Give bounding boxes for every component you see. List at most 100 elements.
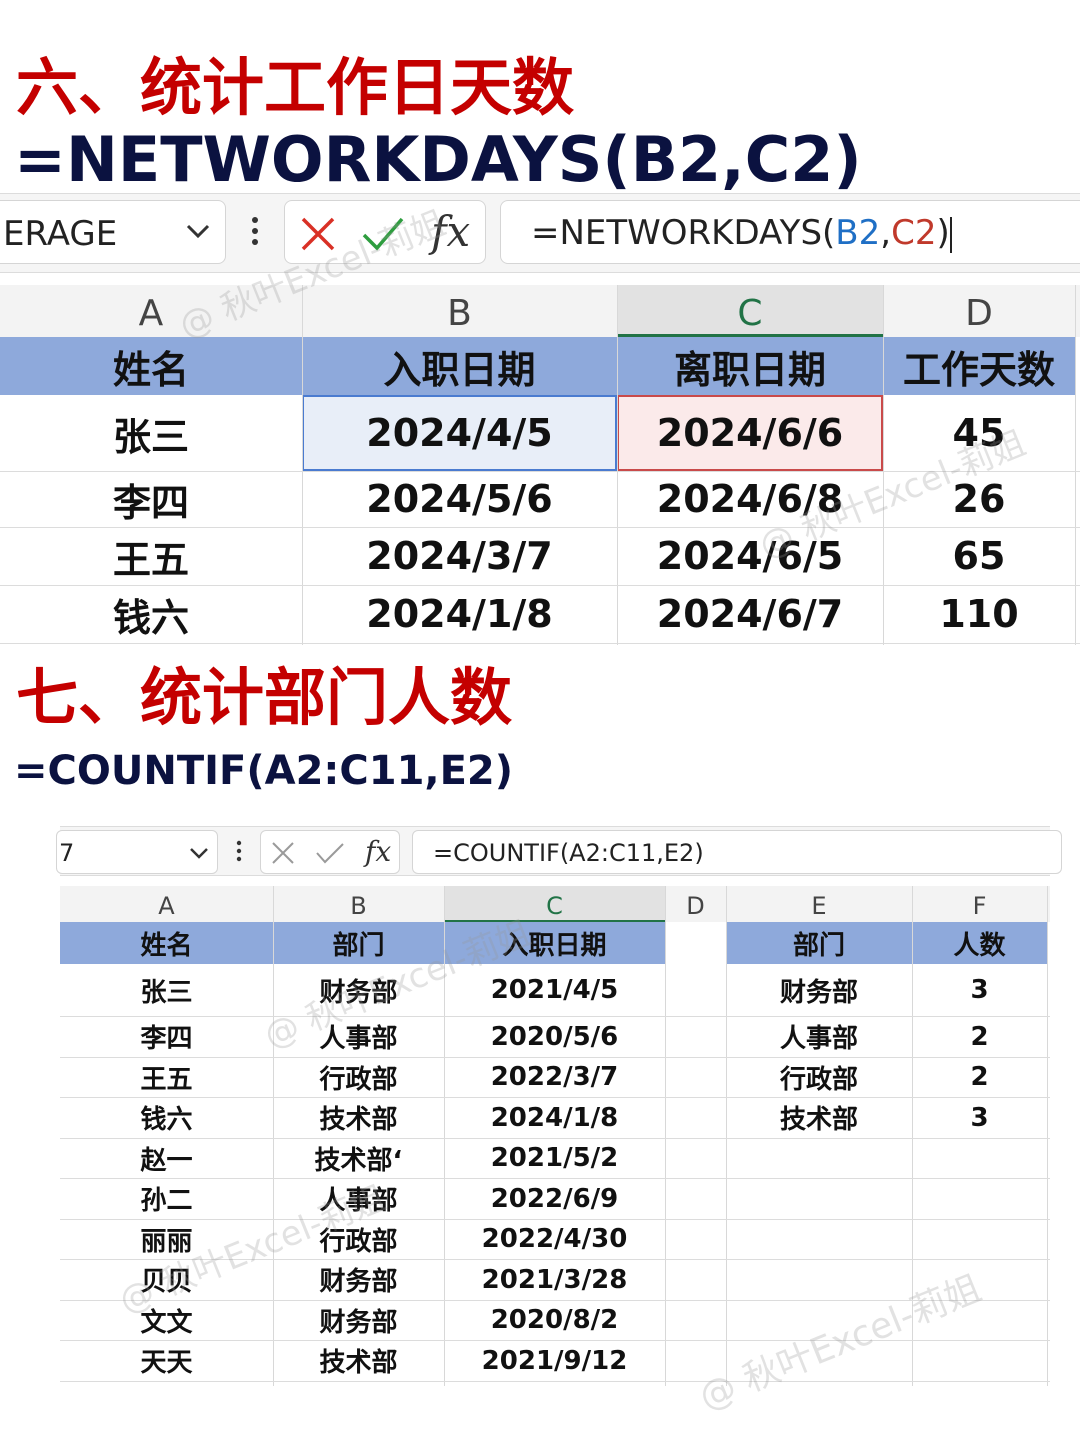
cell-c3[interactable]: 2024/6/8 bbox=[617, 471, 883, 527]
t2-r6-dept[interactable]: 人事部 bbox=[273, 1178, 444, 1219]
t2-r7-dept[interactable]: 行政部 bbox=[273, 1219, 444, 1259]
col2-header-e[interactable]: E bbox=[726, 892, 912, 920]
name-box-1[interactable]: ERAGE bbox=[0, 200, 226, 264]
t2-r1-name[interactable]: 张三 bbox=[60, 964, 273, 1016]
summary-r3-count[interactable]: 2 bbox=[912, 1057, 1047, 1097]
t2-r3-date[interactable]: 2022/3/7 bbox=[444, 1057, 665, 1097]
header-hire-date[interactable]: 入职日期 bbox=[302, 337, 617, 395]
cancel-icon-2[interactable] bbox=[271, 841, 295, 869]
cell-b3[interactable]: 2024/5/6 bbox=[302, 471, 617, 527]
t2-r1-date[interactable]: 2021/4/5 bbox=[444, 964, 665, 1016]
enter-check-icon[interactable] bbox=[361, 215, 405, 257]
t2-r10-name[interactable]: 天天 bbox=[60, 1340, 273, 1381]
more-options-icon[interactable] bbox=[248, 214, 262, 254]
cell-c2[interactable]: 2024/6/6 bbox=[617, 395, 883, 471]
summary-r1-dept[interactable]: 财务部 bbox=[726, 964, 912, 1016]
column-header-a[interactable]: A bbox=[0, 293, 302, 334]
name-box-2[interactable]: 7 bbox=[56, 830, 218, 874]
formula-arg-b2: B2 bbox=[835, 213, 881, 253]
t2-r9-dept[interactable]: 财务部 bbox=[273, 1300, 444, 1340]
section1-formula-heading: =NETWORKDAYS(B2,C2) bbox=[14, 123, 862, 196]
formula-buttons-1: fx bbox=[284, 200, 486, 264]
summary-header-dept[interactable]: 部门 bbox=[726, 922, 912, 964]
formula-buttons-2: fx bbox=[260, 830, 400, 874]
col2-header-f[interactable]: F bbox=[912, 892, 1047, 920]
more-options-icon-2[interactable] bbox=[234, 839, 244, 869]
t2-header-hire-date[interactable]: 入职日期 bbox=[444, 922, 665, 964]
column-header-c[interactable]: C bbox=[617, 293, 883, 334]
header-workdays[interactable]: 工作天数 bbox=[883, 337, 1075, 395]
cell-d2[interactable]: 45 bbox=[883, 395, 1075, 471]
t2-r5-name[interactable]: 赵一 bbox=[60, 1138, 273, 1178]
spreadsheet-1: A B C D 姓名 入职日期 离职日期 工作天数 张三 2024/4/5 20… bbox=[0, 285, 1080, 645]
t2-r4-date[interactable]: 2024/1/8 bbox=[444, 1097, 665, 1138]
t2-r4-dept[interactable]: 技术部 bbox=[273, 1097, 444, 1138]
t2-r4-name[interactable]: 钱六 bbox=[60, 1097, 273, 1138]
t2-r2-name[interactable]: 李四 bbox=[60, 1016, 273, 1057]
t2-r7-date[interactable]: 2022/4/30 bbox=[444, 1219, 665, 1259]
cancel-icon[interactable] bbox=[299, 215, 337, 257]
section2-title: 七、统计部门人数 bbox=[16, 661, 513, 734]
t2-r2-dept[interactable]: 人事部 bbox=[273, 1016, 444, 1057]
cell-a3[interactable]: 李四 bbox=[0, 471, 302, 527]
t2-r8-dept[interactable]: 财务部 bbox=[273, 1259, 444, 1300]
chevron-down-icon-2[interactable] bbox=[189, 842, 209, 866]
t2-r9-date[interactable]: 2020/8/2 bbox=[444, 1300, 665, 1340]
name-box-1-value: ERAGE bbox=[3, 214, 118, 254]
formula-bar-2: 7 fx =COUNTIF(A2:C11,E2) bbox=[56, 826, 1062, 876]
cell-b4[interactable]: 2024/3/7 bbox=[302, 527, 617, 585]
formula-text-prefix: =NETWORKDAYS( bbox=[531, 213, 836, 253]
formula-input-2[interactable]: =COUNTIF(A2:C11,E2) bbox=[412, 830, 1062, 874]
t2-r10-dept[interactable]: 技术部 bbox=[273, 1340, 444, 1381]
cell-a4[interactable]: 王五 bbox=[0, 527, 302, 585]
col2-header-b[interactable]: B bbox=[273, 892, 444, 920]
t2-r6-name[interactable]: 孙二 bbox=[60, 1178, 273, 1219]
t2-header-dept[interactable]: 部门 bbox=[273, 922, 444, 964]
t2-r3-name[interactable]: 王五 bbox=[60, 1057, 273, 1097]
header-name[interactable]: 姓名 bbox=[0, 337, 302, 395]
formula-input-1[interactable]: =NETWORKDAYS(B2,C2) bbox=[500, 200, 1080, 264]
summary-r3-dept[interactable]: 行政部 bbox=[726, 1057, 912, 1097]
formula-arg-c2: C2 bbox=[891, 213, 937, 253]
t2-r2-date[interactable]: 2020/5/6 bbox=[444, 1016, 665, 1057]
column-header-d[interactable]: D bbox=[883, 293, 1075, 334]
t2-r8-date[interactable]: 2021/3/28 bbox=[444, 1259, 665, 1300]
column-header-b[interactable]: B bbox=[302, 293, 617, 334]
summary-r2-count[interactable]: 2 bbox=[912, 1016, 1047, 1057]
cell-b5[interactable]: 2024/1/8 bbox=[302, 585, 617, 643]
t2-header-name[interactable]: 姓名 bbox=[60, 922, 273, 964]
summary-r4-dept[interactable]: 技术部 bbox=[726, 1097, 912, 1138]
cell-b2[interactable]: 2024/4/5 bbox=[302, 395, 617, 471]
t2-r10-date[interactable]: 2021/9/12 bbox=[444, 1340, 665, 1381]
formula-text-2: =COUNTIF(A2:C11,E2) bbox=[433, 839, 704, 867]
t2-r8-name[interactable]: 贝贝 bbox=[60, 1259, 273, 1300]
section1-title: 六、统计工作日天数 bbox=[16, 51, 575, 124]
cell-d4[interactable]: 65 bbox=[883, 527, 1075, 585]
t2-r3-dept[interactable]: 行政部 bbox=[273, 1057, 444, 1097]
cell-a2[interactable]: 张三 bbox=[0, 395, 302, 471]
col2-header-a[interactable]: A bbox=[60, 892, 273, 920]
cell-a5[interactable]: 钱六 bbox=[0, 585, 302, 643]
t2-r9-name[interactable]: 文文 bbox=[60, 1300, 273, 1340]
t2-r7-name[interactable]: 丽丽 bbox=[60, 1219, 273, 1259]
cell-c5[interactable]: 2024/6/7 bbox=[617, 585, 883, 643]
cell-d3[interactable]: 26 bbox=[883, 471, 1075, 527]
t2-r5-dept[interactable]: 技术部‘ bbox=[273, 1138, 444, 1178]
col2-header-c[interactable]: C bbox=[444, 892, 665, 920]
chevron-down-icon[interactable] bbox=[185, 217, 211, 247]
t2-r5-date[interactable]: 2021/5/2 bbox=[444, 1138, 665, 1178]
enter-check-icon-2[interactable] bbox=[315, 841, 345, 869]
summary-r2-dept[interactable]: 人事部 bbox=[726, 1016, 912, 1057]
t2-r6-date[interactable]: 2022/6/9 bbox=[444, 1178, 665, 1219]
cell-d5[interactable]: 110 bbox=[883, 585, 1075, 643]
function-fx-icon[interactable]: fx bbox=[431, 207, 470, 256]
formula-sep: , bbox=[880, 213, 892, 253]
col2-header-d[interactable]: D bbox=[665, 892, 726, 920]
function-fx-icon-2[interactable]: fx bbox=[365, 835, 391, 868]
cell-c4[interactable]: 2024/6/5 bbox=[617, 527, 883, 585]
t2-r1-dept[interactable]: 财务部 bbox=[273, 964, 444, 1016]
summary-r1-count[interactable]: 3 bbox=[912, 964, 1047, 1016]
summary-header-count[interactable]: 人数 bbox=[912, 922, 1047, 964]
summary-r4-count[interactable]: 3 bbox=[912, 1097, 1047, 1138]
header-leave-date[interactable]: 离职日期 bbox=[617, 337, 883, 395]
